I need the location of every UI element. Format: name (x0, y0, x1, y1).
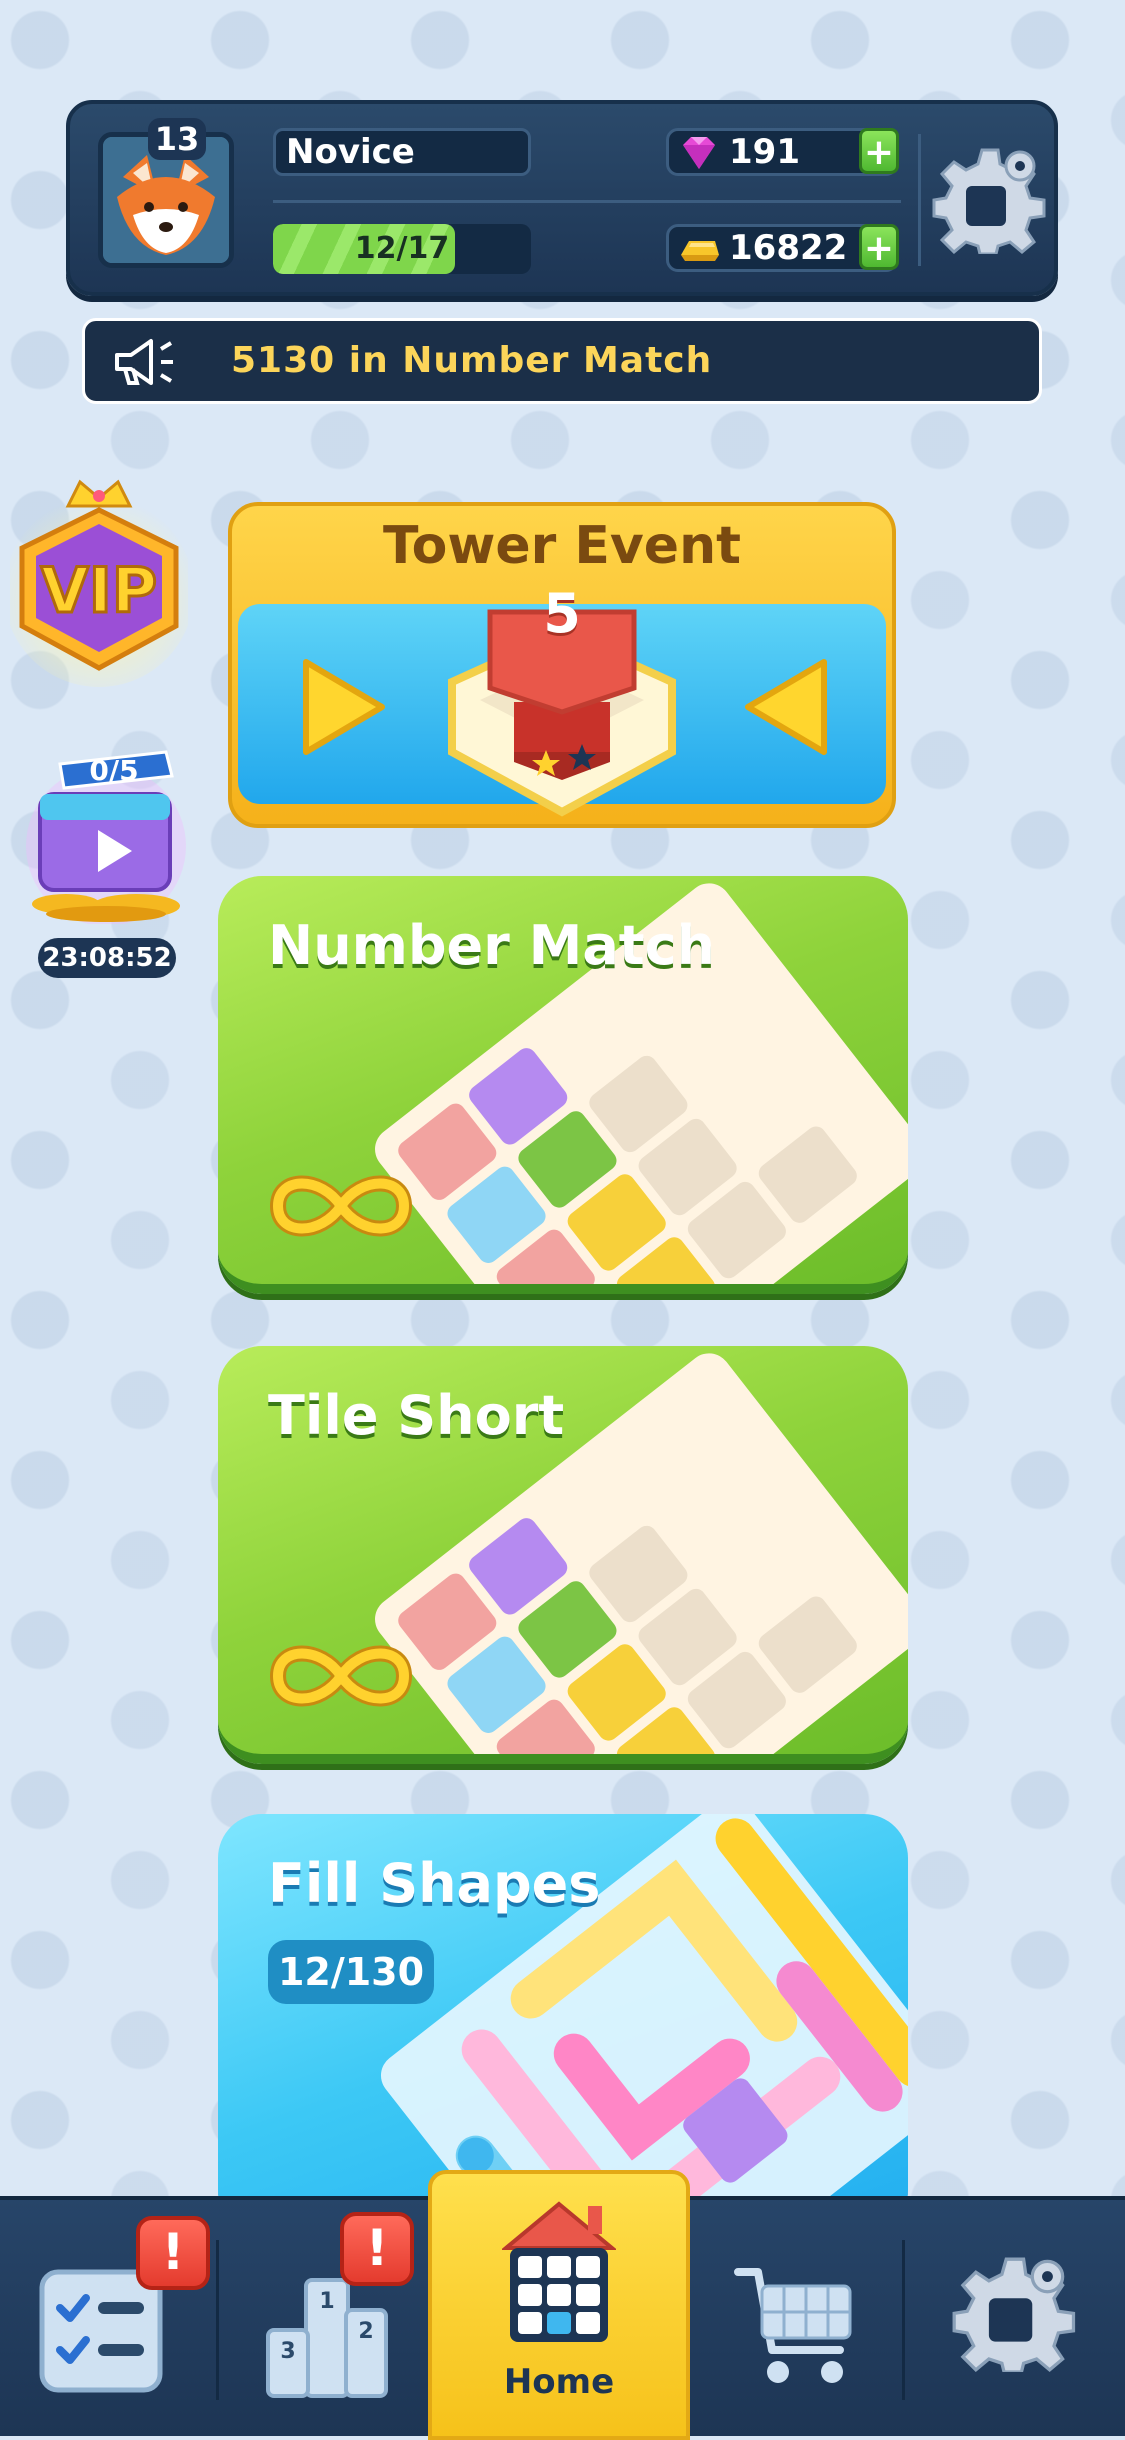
nav-separator (216, 2240, 219, 2400)
header-divider (273, 200, 901, 203)
video-counter: 0/5 (89, 754, 138, 787)
player-level-badge: 13 (148, 118, 206, 160)
settings-gear-icon (952, 2257, 1076, 2372)
tower-event-card[interactable]: Tower Event 5 (228, 502, 896, 828)
tower-event-level: 5 (543, 582, 581, 645)
home-grid-icon (502, 2201, 616, 2342)
number-match-card[interactable]: Number Match (218, 876, 908, 1294)
gems-value: 191 (729, 132, 800, 172)
settings-gear-icon[interactable] (932, 136, 1050, 254)
video-timer: 23:08:52 (38, 938, 176, 978)
xp-progress-text: 12/17 (354, 231, 450, 266)
tile-short-card[interactable]: Tile Short (218, 1346, 908, 1764)
number-match-title: Number Match (268, 914, 716, 977)
leaderboard-alert-badge: ! (340, 2212, 414, 2286)
reward-video-widget[interactable]: 0/5 (26, 746, 196, 924)
fill-shapes-progress: 12/130 (268, 1940, 434, 2004)
vip-label: VIP (41, 554, 158, 627)
bottom-navigation: ! 1 2 3 ! Home (0, 2170, 1125, 2440)
megaphone-icon (115, 339, 173, 385)
gold-bar-icon (681, 241, 719, 261)
nav-settings[interactable] (908, 2200, 1125, 2440)
svg-text:3: 3 (280, 2339, 295, 2364)
arrow-right-icon (303, 659, 385, 755)
tasks-alert-badge: ! (136, 2216, 210, 2290)
nav-home-label: Home (503, 2362, 615, 2402)
xp-progress-bar: 12/17 (273, 224, 531, 274)
gems-counter: 191 + (666, 128, 899, 176)
ticker-text: 5130 in Number Match (231, 340, 713, 381)
tile-short-title: Tile Short (268, 1384, 565, 1447)
announcement-ticker[interactable]: 5130 in Number Match (82, 318, 1042, 404)
tower-event-title: Tower Event (383, 516, 741, 576)
nav-tasks[interactable]: ! (0, 2200, 210, 2440)
infinity-icon (269, 1645, 413, 1707)
svg-text:1: 1 (319, 2289, 334, 2314)
infinity-icon (269, 1175, 413, 1237)
coins-value: 16822 (729, 228, 848, 268)
add-coins-button[interactable]: + (859, 224, 899, 270)
header-separator (918, 134, 921, 266)
nav-leaderboard[interactable]: 1 2 3 ! (222, 2200, 428, 2440)
add-gems-button[interactable]: + (859, 128, 899, 174)
fill-shapes-title: Fill Shapes (268, 1852, 601, 1915)
nav-shop[interactable] (692, 2200, 898, 2440)
nav-home[interactable]: Home (428, 2170, 690, 2440)
svg-text:2: 2 (358, 2319, 373, 2344)
nav-separator (902, 2240, 905, 2400)
player-name: Novice (273, 128, 531, 176)
vip-crown-icon[interactable]: VIP (10, 462, 188, 692)
player-header: 13 Novice 12/17 191 + 16822 + (66, 100, 1058, 296)
arrow-left-icon (745, 659, 827, 755)
gem-icon (683, 137, 715, 169)
coins-counter: 16822 + (666, 224, 899, 272)
shopping-cart-icon (734, 2268, 852, 2383)
